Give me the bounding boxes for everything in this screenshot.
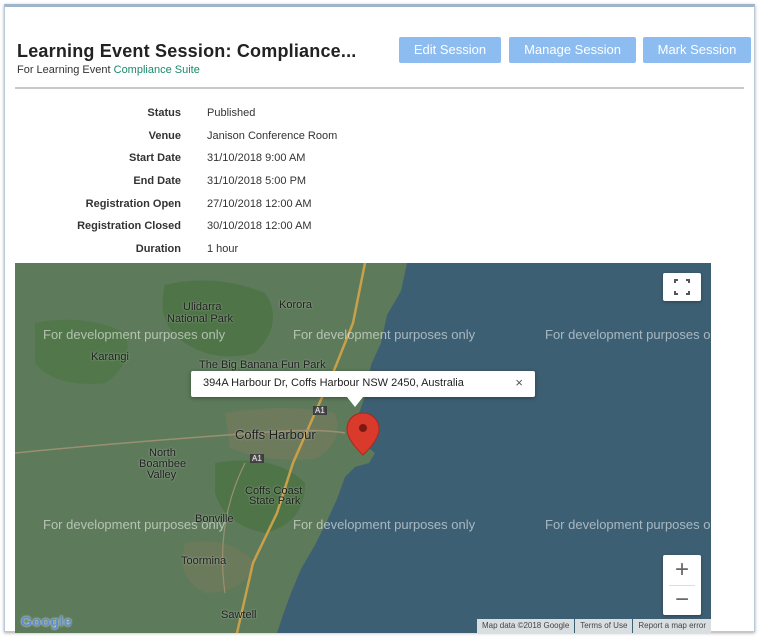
detail-label: Duration [135,243,181,256]
page-header: Learning Event Session: Compliance... Fo… [15,35,751,87]
map-tiles[interactable] [15,263,711,633]
map-label: Coffs Harbour [235,427,316,442]
detail-label: Registration Open [85,197,181,210]
subtitle-prefix: For Learning Event [17,64,114,76]
venue-map[interactable]: For development purposes only For develo… [15,263,711,633]
page-subtitle: For Learning Event Compliance Suite [17,64,200,76]
map-label: National Park [167,313,234,325]
detail-row-duration: Duration 1 hour [15,239,415,262]
detail-row-registration-closed: Registration Closed 30/10/2018 12:00 AM [15,216,415,239]
detail-row-registration-open: Registration Open 27/10/2018 12:00 AM [15,194,415,217]
dev-watermark: For development purposes only [545,327,711,342]
map-label: Sawtell [221,609,257,621]
detail-label: Venue [148,129,181,142]
detail-label: Start Date [129,152,181,165]
header-divider [15,87,744,89]
detail-row-venue: Venue Janison Conference Room [15,126,415,149]
map-label: Bonville [195,513,234,525]
info-window: 394A Harbour Dr, Coffs Harbour NSW 2450,… [191,371,535,407]
map-footer: Map data ©2018 Google Terms of Use Repor… [476,619,711,633]
map-label: Karangi [91,351,129,363]
zoom-control: + − [663,555,701,615]
map-label: Ulidarra [183,301,222,313]
zoom-out-button[interactable]: − [663,585,701,615]
detail-value: 27/10/2018 12:00 AM [207,197,312,210]
detail-label: End Date [133,175,181,188]
google-logo: Google [21,613,73,629]
dev-watermark: For development purposes only [43,327,226,342]
detail-label: Status [147,107,181,119]
detail-value: Published [207,107,256,119]
close-icon[interactable]: × [515,375,523,390]
session-details: Status Published Venue Janison Conferenc… [15,103,415,262]
detail-value: Janison Conference Room [207,129,338,142]
info-window-address: 394A Harbour Dr, Coffs Harbour NSW 2450,… [203,377,464,389]
road-shield: A1 [313,406,327,415]
map-label: Korora [279,299,313,311]
fullscreen-icon [674,279,690,295]
detail-value: 31/10/2018 5:00 PM [207,175,307,188]
map-data-attribution: Map data ©2018 Google [476,619,575,633]
dev-watermark: For development purposes only [293,327,476,342]
terms-of-use-link[interactable]: Terms of Use [575,619,633,633]
fullscreen-button[interactable] [663,273,701,301]
mark-session-button[interactable]: Mark Session [643,37,751,63]
dev-watermark: For development purposes only [293,517,476,532]
map-label: The Big Banana Fun Park [199,359,326,371]
info-window-pointer [347,397,363,407]
detail-row-start-date: Start Date 31/10/2018 9:00 AM [15,148,415,171]
detail-row-end-date: End Date 31/10/2018 5:00 PM [15,171,415,194]
report-map-error-link[interactable]: Report a map error [633,619,711,633]
session-panel: Learning Event Session: Compliance... Fo… [4,4,755,633]
road-shield: A1 [250,454,264,463]
detail-label: Registration Closed [77,220,181,233]
learning-event-link[interactable]: Compliance Suite [114,64,200,76]
map-label: State Park [249,495,301,507]
detail-value: 1 hour [207,243,239,256]
detail-value: 31/10/2018 9:00 AM [207,152,306,165]
manage-session-button[interactable]: Manage Session [509,37,636,63]
map-label: Toormina [181,555,227,567]
zoom-in-button[interactable]: + [663,555,701,585]
map-label: Valley [147,469,177,481]
dev-watermark: For development purposes only [545,517,711,532]
detail-row-status: Status Published [15,103,415,126]
edit-session-button[interactable]: Edit Session [399,37,501,63]
page-title: Learning Event Session: Compliance... [17,41,357,61]
detail-value: 30/10/2018 12:00 AM [207,220,312,233]
